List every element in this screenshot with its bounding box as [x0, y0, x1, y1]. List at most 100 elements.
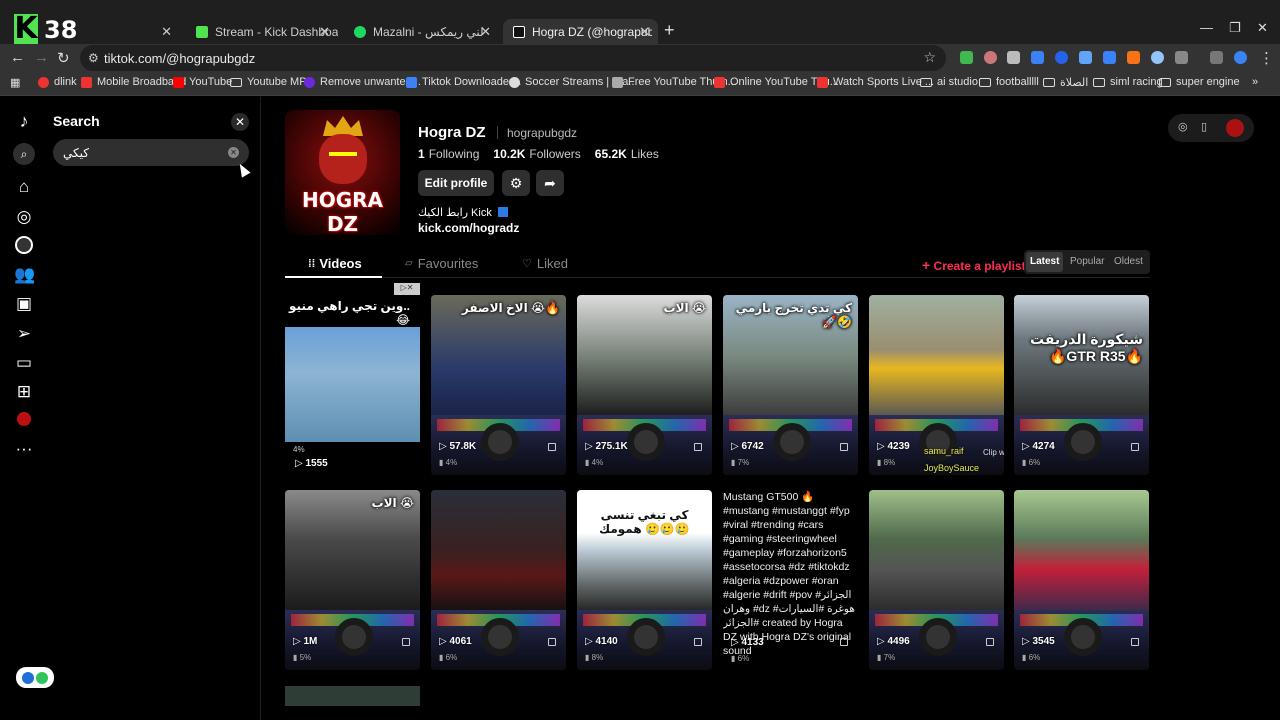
back-icon[interactable]: ←	[10, 49, 25, 66]
extension-icon[interactable]	[1079, 51, 1092, 64]
forward-icon[interactable]: →	[34, 49, 49, 66]
video-thumbnail	[1014, 490, 1149, 612]
profile-avatar[interactable]: HOGRA DZ	[285, 110, 400, 235]
sort-popular[interactable]: Popular	[1066, 252, 1108, 272]
video-card[interactable]: ▷ 4239 ▮ 8% samu_raif Clip w partagi Joy…	[869, 295, 1004, 475]
edit-profile-button[interactable]: Edit profile	[418, 170, 494, 196]
extensions-puzzle-icon[interactable]	[1175, 51, 1188, 64]
extension-icon[interactable]	[1151, 51, 1164, 64]
video-card[interactable]: Mustang GT500 🔥 #mustang #mustanggt #fyp…	[723, 490, 858, 670]
bookmark-item[interactable]: YouTube	[173, 76, 232, 88]
sort-latest[interactable]: Latest	[1026, 252, 1064, 272]
live-tv-icon[interactable]: ▣	[14, 294, 34, 314]
extension-icon[interactable]	[1127, 51, 1140, 64]
video-percent: ▮ 5%	[293, 653, 312, 662]
video-card[interactable]: الاب 😭 ▷ 275.1K ▮ 4%	[577, 295, 712, 475]
sort-oldest[interactable]: Oldest	[1110, 252, 1147, 272]
floating-extension-badge[interactable]	[16, 667, 54, 688]
create-playlist-button[interactable]: + Create a playlist	[922, 257, 1026, 273]
video-caption: الاب 😭	[663, 301, 706, 315]
reload-icon[interactable]: ↻	[57, 49, 70, 67]
extension-shield-icon[interactable]	[960, 51, 973, 64]
video-card[interactable]: ▷ 4061 ▮ 6%	[431, 490, 566, 670]
extension-icon[interactable]	[984, 51, 997, 64]
lock-icon	[694, 443, 702, 451]
video-card[interactable]: كي تبغي تنسى همومك 🥲🥲🥲 ▷ 4140 ▮ 8%	[577, 490, 712, 670]
maximize-icon[interactable]: ❐	[1229, 20, 1241, 36]
new-tab-icon[interactable]: +	[664, 20, 675, 41]
compass-icon[interactable]: ◎	[1178, 120, 1188, 133]
browser-tab-2[interactable]: Mazalni - مزالني ريمكس • Ti ✕	[344, 19, 499, 44]
following-stat[interactable]: 1 Following	[418, 147, 479, 161]
minimize-icon[interactable]: —	[1200, 20, 1213, 35]
bookmark-folder[interactable]: ai studio	[920, 76, 978, 88]
tiktok-logo-icon[interactable]: ♪	[14, 111, 34, 131]
video-card[interactable]: كي تدي تخرج بارمي 🚀🤣 ▷ 6742 ▮ 7%	[723, 295, 858, 475]
explore-compass-icon[interactable]: ◎	[14, 207, 34, 227]
live-avatar-icon[interactable]	[15, 236, 33, 254]
profile-avatar-icon[interactable]	[1234, 51, 1247, 64]
bookmark-folder[interactable]: footballlll	[979, 76, 1039, 88]
bookmark-folder[interactable]: الصلاة	[1043, 76, 1088, 89]
messages-send-icon[interactable]: ➢	[14, 324, 34, 344]
search-icon[interactable]: ⌕	[13, 143, 35, 165]
close-icon[interactable]: ✕	[319, 24, 330, 40]
video-card-partial[interactable]	[285, 686, 420, 706]
bookmark-folder[interactable]: super engine	[1159, 76, 1240, 88]
bookmark-item[interactable]: dlink	[38, 76, 77, 88]
more-dots-icon[interactable]: ···	[14, 439, 34, 459]
lock-icon	[694, 638, 702, 646]
video-views: ▷ 4496	[877, 636, 910, 647]
video-card[interactable]: وين تجي راهي منيو.. 😂 4% ▷ 1555	[285, 295, 420, 475]
device-icon[interactable]: ▯	[1201, 120, 1207, 133]
activity-inbox-icon[interactable]: ▭	[14, 353, 34, 373]
browser-tab-3[interactable]: Hogra DZ (@hograpubgdz) | Ti ✕	[503, 19, 658, 44]
video-card[interactable]: ▷ 4496 ▮ 7%	[869, 490, 1004, 670]
share-arrow-icon[interactable]: ➦	[536, 170, 564, 196]
video-card[interactable]: الاب 😭 ▷ 1M ▮ 5%	[285, 490, 420, 670]
bookmark-item[interactable]: Tiktok Downloader...	[406, 76, 521, 88]
bookmark-item[interactable]: Mobile Broadband	[81, 76, 186, 88]
more-bookmarks-icon[interactable]: »	[1252, 76, 1258, 88]
site-info-icon[interactable]: ⚙	[88, 51, 99, 65]
user-avatar[interactable]	[1226, 119, 1244, 137]
video-card[interactable]: الاخ الاصفر 😭🔥 ▷ 57.8K ▮ 4%	[431, 295, 566, 475]
home-icon[interactable]: ⌂	[14, 177, 34, 197]
video-card[interactable]: ▷ 3545 ▮ 6%	[1014, 490, 1149, 670]
clear-search-icon[interactable]: ✕	[228, 147, 239, 158]
lock-icon	[548, 443, 556, 451]
window-close-icon[interactable]: ✕	[1257, 20, 1268, 36]
tab-favourites[interactable]: ▱ Favourites	[405, 256, 478, 271]
following-users-icon[interactable]: 👥	[14, 265, 35, 285]
tab-videos[interactable]: ⁞⁞ Videos	[308, 256, 362, 271]
search-input[interactable]: كيكي ✕	[53, 139, 249, 166]
bookmark-item[interactable]: Watch Sports Live ...	[817, 76, 934, 88]
close-search-icon[interactable]: ✕	[231, 113, 249, 131]
bookmark-item[interactable]: Remove unwanted...	[304, 76, 421, 88]
bookmark-folder[interactable]: siml racing	[1093, 76, 1163, 88]
followers-stat[interactable]: 10.2K Followers	[493, 147, 580, 161]
settings-gear-icon[interactable]: ⚙	[502, 170, 530, 196]
ad-close-badge[interactable]: ▷✕	[394, 283, 420, 295]
address-bar[interactable]: ⚙ tiktok.com/@hograpubgdz ☆	[80, 45, 946, 71]
apps-grid-icon[interactable]: ▦	[10, 76, 20, 89]
bookmark-star-icon[interactable]: ☆	[923, 49, 936, 66]
extension-icon[interactable]	[1103, 51, 1116, 64]
video-card[interactable]: شيكورة الدريفت 🔥GTR R35🔥 ▷ 4274 ▮ 6%	[1014, 295, 1149, 475]
tabs-divider	[285, 277, 1150, 278]
upload-plus-icon[interactable]: ⊞	[14, 382, 34, 402]
extension-icon[interactable]	[1031, 51, 1044, 64]
menu-kebab-icon[interactable]: ⋮	[1259, 49, 1274, 67]
close-icon[interactable]: ✕	[161, 24, 172, 40]
extension-icon[interactable]	[1007, 51, 1020, 64]
extension-icon[interactable]	[1055, 51, 1068, 64]
profile-avatar-icon[interactable]	[17, 412, 31, 426]
tab-liked[interactable]: ♡ Liked	[522, 256, 568, 271]
bookmark-folder[interactable]: Youtube MP4	[230, 76, 313, 88]
close-icon[interactable]: ✕	[639, 24, 650, 40]
browser-tab-0[interactable]: ✕	[100, 19, 180, 44]
browser-tab-1[interactable]: Stream - Kick Dashboard ✕	[186, 19, 338, 44]
media-controls-icon[interactable]	[1210, 51, 1223, 64]
profile-bio-link[interactable]: kick.com/hogradz	[418, 221, 519, 235]
close-icon[interactable]: ✕	[480, 24, 491, 40]
